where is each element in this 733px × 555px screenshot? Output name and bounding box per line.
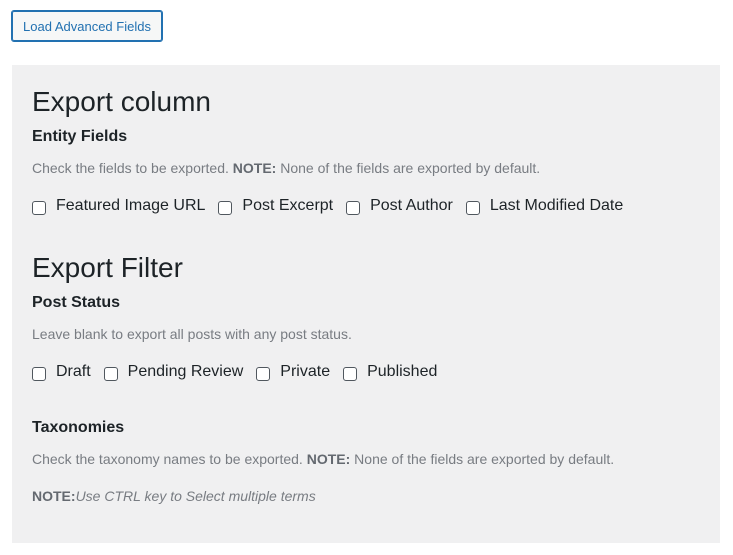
entity-fields-note-text: None of the fields are exported by defau…: [276, 160, 541, 176]
entity-fields-note-label: NOTE:: [232, 160, 277, 176]
ctrl-key-note: NOTE:Use CTRL key to Select multiple ter…: [32, 489, 316, 503]
featured-image-url-checkbox[interactable]: [32, 201, 46, 215]
entity-fields-options: Featured Image URL Post Excerpt Post Aut…: [32, 197, 636, 215]
option-private[interactable]: Private: [256, 363, 330, 381]
post-status-description: Leave blank to export all posts with any…: [32, 326, 352, 342]
published-checkbox[interactable]: [343, 367, 358, 381]
option-label: Pending Review: [127, 363, 244, 380]
option-post-excerpt[interactable]: Post Excerpt: [218, 197, 333, 215]
private-checkbox[interactable]: [256, 367, 271, 381]
taxonomies-desc-text: Check the taxonomy names to be exported.: [32, 451, 307, 467]
entity-fields-heading: Entity Fields: [32, 128, 128, 145]
option-draft[interactable]: Draft: [32, 363, 91, 381]
taxonomies-description: Check the taxonomy names to be exported.…: [32, 452, 614, 466]
load-advanced-fields-button[interactable]: Load Advanced Fields: [11, 10, 163, 42]
option-post-author[interactable]: Post Author: [346, 197, 453, 215]
taxonomies-note-label: NOTE:: [306, 451, 351, 467]
option-label: Post Author: [370, 197, 453, 214]
ctrl-note-text: Use CTRL key to Select multiple terms: [75, 488, 316, 504]
post-excerpt-checkbox[interactable]: [218, 201, 233, 215]
option-label: Featured Image URL: [56, 197, 206, 214]
option-label: Post Excerpt: [242, 197, 334, 214]
taxonomies-heading: Taxonomies: [32, 419, 125, 436]
export-column-title: Export column: [32, 86, 211, 117]
option-label: Published: [367, 363, 438, 380]
draft-checkbox[interactable]: [32, 367, 46, 381]
taxonomies-note-text: None of the fields are exported by defau…: [350, 451, 615, 467]
post-status-options: Draft Pending Review Private Published: [32, 363, 450, 381]
option-last-modified-date[interactable]: Last Modified Date: [465, 197, 624, 215]
option-label: Last Modified Date: [489, 197, 624, 214]
entity-fields-desc-text: Check the fields to be exported.: [32, 160, 233, 176]
option-label: Draft: [56, 363, 91, 380]
ctrl-note-label: NOTE:: [32, 488, 76, 504]
option-pending-review[interactable]: Pending Review: [103, 363, 244, 381]
export-panel: Export column Entity Fields Check the fi…: [12, 65, 720, 543]
last-modified-date-checkbox[interactable]: [465, 201, 480, 215]
option-featured-image-url[interactable]: Featured Image URL: [32, 197, 205, 215]
post-author-checkbox[interactable]: [346, 201, 361, 215]
export-filter-title: Export Filter: [32, 252, 183, 283]
post-status-heading: Post Status: [32, 294, 121, 311]
entity-fields-description: Check the fields to be exported. NOTE: N…: [32, 161, 540, 175]
pending-review-checkbox[interactable]: [103, 367, 118, 381]
option-published[interactable]: Published: [343, 363, 437, 381]
option-label: Private: [280, 363, 331, 380]
